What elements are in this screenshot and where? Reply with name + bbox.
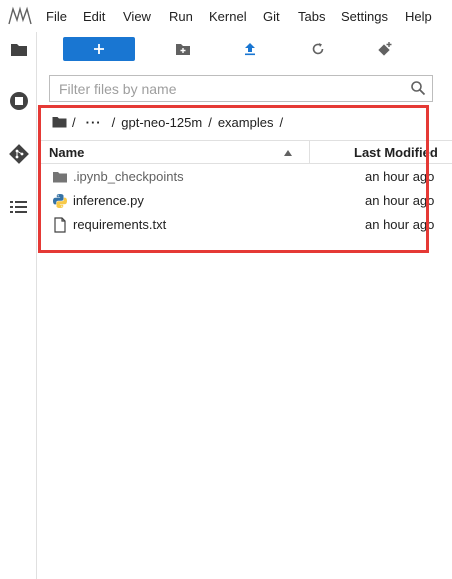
git-clone-icon <box>378 42 392 56</box>
jupyter-logo[interactable] <box>8 6 32 26</box>
breadcrumb: / ··· / gpt-neo-125m / examples / <box>52 113 289 131</box>
file-list-header: Name Last Modified <box>41 140 452 164</box>
name-column-header[interactable]: Name <box>49 145 84 160</box>
refresh-icon <box>312 43 324 55</box>
filter-input[interactable] <box>59 80 399 98</box>
breadcrumb-separator: / <box>279 114 284 130</box>
folder-icon[interactable] <box>8 38 30 60</box>
file-row-requirements-txt[interactable]: requirements.txt an hour ago <box>41 213 452 237</box>
left-sidebar <box>0 32 37 579</box>
menu-git[interactable]: Git <box>263 9 280 24</box>
breadcrumb-separator: / <box>111 114 116 130</box>
menu-bar: File Edit View Run Kernel Git Tabs Setti… <box>0 0 452 32</box>
text-file-icon <box>54 217 66 233</box>
stop-circle-icon[interactable] <box>8 90 30 112</box>
breadcrumb-separator: / <box>208 114 212 130</box>
breadcrumb-ellipsis[interactable]: ··· <box>86 115 102 130</box>
upload-button[interactable] <box>241 40 259 58</box>
menu-tabs[interactable]: Tabs <box>298 9 325 24</box>
refresh-button[interactable] <box>309 40 327 58</box>
menu-kernel[interactable]: Kernel <box>209 9 247 24</box>
upload-icon <box>245 43 255 56</box>
menu-edit[interactable]: Edit <box>83 9 105 24</box>
list-icon[interactable] <box>8 196 30 218</box>
menu-view[interactable]: View <box>123 9 151 24</box>
file-modified: an hour ago <box>365 217 435 232</box>
git-clone-button[interactable] <box>376 40 394 58</box>
home-folder-icon[interactable] <box>52 116 67 128</box>
new-folder-icon <box>176 44 190 55</box>
new-folder-button[interactable] <box>174 40 192 58</box>
file-modified: an hour ago <box>365 193 435 208</box>
last-modified-column-header[interactable]: Last Modified <box>354 145 438 160</box>
menu-run[interactable]: Run <box>169 9 193 24</box>
folder-icon <box>53 172 67 183</box>
file-name: .ipynb_checkpoints <box>73 169 184 184</box>
column-resize-handle[interactable] <box>309 141 310 164</box>
sort-ascending-icon[interactable] <box>283 149 293 157</box>
menu-help[interactable]: Help <box>405 9 432 24</box>
file-name: requirements.txt <box>73 217 167 232</box>
git-icon[interactable] <box>8 143 30 165</box>
plus-icon <box>94 44 104 54</box>
file-modified: an hour ago <box>365 169 435 184</box>
file-name: inference.py <box>73 193 144 208</box>
breadcrumb-folder-examples[interactable]: examples <box>218 115 274 130</box>
breadcrumb-root[interactable]: / <box>72 115 76 130</box>
file-row-inference-py[interactable]: inference.py an hour ago <box>41 189 452 213</box>
search-icon <box>411 81 426 96</box>
menu-file[interactable]: File <box>46 9 67 24</box>
menu-settings[interactable]: Settings <box>341 9 388 24</box>
filter-box <box>49 75 433 102</box>
breadcrumb-folder-gpt-neo[interactable]: gpt-neo-125m <box>121 115 202 130</box>
file-row-ipynb-checkpoints[interactable]: .ipynb_checkpoints an hour ago <box>41 165 452 189</box>
python-file-icon <box>53 194 67 208</box>
new-launcher-button[interactable] <box>63 37 135 61</box>
